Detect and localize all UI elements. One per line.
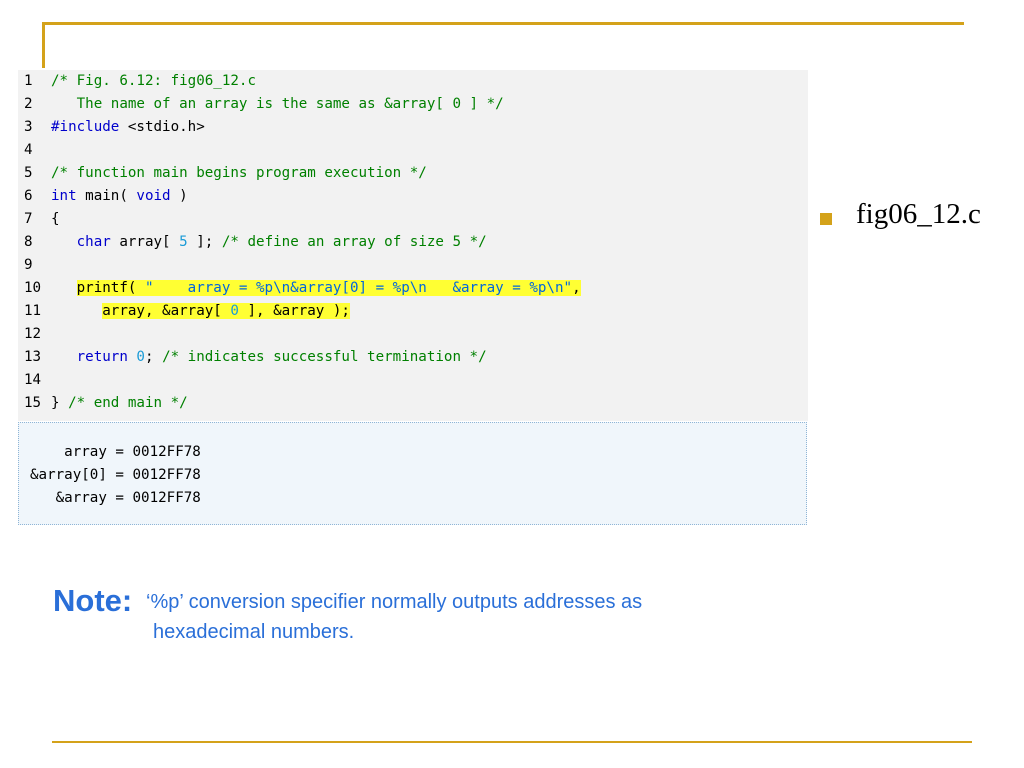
line-number: 5: [24, 165, 33, 181]
bullet-square-icon: [820, 213, 832, 225]
line-number: 15: [24, 395, 42, 411]
code-line: 1 /* Fig. 6.12: fig06_12.c: [18, 70, 808, 93]
top-border-line: [42, 22, 964, 25]
code-line: 4: [18, 139, 808, 162]
code-text: int main( void ): [51, 188, 188, 204]
code-token: #include: [51, 119, 120, 135]
line-number: 9: [24, 257, 33, 273]
bottom-border-line: [52, 741, 972, 743]
output-line: &array = 0012FF78: [30, 490, 201, 506]
code-line: 11 array, &array[ 0 ], &array );: [18, 300, 808, 323]
bullet-filename: fig06_12.c: [856, 198, 981, 230]
code-line: 3 #include <stdio.h>: [18, 116, 808, 139]
code-line: 15 } /* end main */: [18, 392, 808, 415]
code-text: array, &array[ 0 ], &array );: [102, 303, 350, 319]
output-line: array = 0012FF78: [30, 444, 201, 460]
code-line: 9: [18, 254, 808, 277]
code-text: } /* end main */: [51, 395, 188, 411]
line-number: 3: [24, 119, 33, 135]
code-line: 10 printf( " array = %p\n&array[0] = %p\…: [18, 277, 808, 300]
line-number: 4: [24, 142, 33, 158]
line-number: 10: [24, 280, 42, 296]
line-number: 2: [24, 96, 33, 112]
line-number: 6: [24, 188, 33, 204]
code-line: 12: [18, 323, 808, 346]
code-listing: 1 /* Fig. 6.12: fig06_12.c 2 The name of …: [18, 70, 808, 421]
line-number: 14: [24, 372, 42, 388]
left-border-line: [42, 22, 45, 68]
code-line: 2 The name of an array is the same as &a…: [18, 93, 808, 116]
line-number: 7: [24, 211, 33, 227]
note-block: Note: ‘%p’ conversion specifier normally…: [53, 583, 642, 619]
line-number: 12: [24, 326, 42, 342]
output-line: &array[0] = 0012FF78: [30, 467, 201, 483]
code-line: 14: [18, 369, 808, 392]
line-number: 1: [24, 73, 33, 89]
code-text: return 0; /* indicates successful termin…: [76, 349, 487, 365]
program-output: array = 0012FF78 &array[0] = 0012FF78 &a…: [18, 422, 807, 525]
line-number: 8: [24, 234, 33, 250]
code-text: char array[ 5 ]; /* define an array of s…: [76, 234, 487, 250]
code-text: #include <stdio.h>: [51, 119, 205, 135]
code-text: /* Fig. 6.12: fig06_12.c: [51, 73, 256, 89]
code-line: 7{: [18, 208, 808, 231]
code-line: 8 char array[ 5 ]; /* define an array of…: [18, 231, 808, 254]
code-text: {: [51, 211, 60, 227]
code-text: printf( " array = %p\n&array[0] = %p\n &…: [76, 280, 581, 296]
code-line: 6 int main( void ): [18, 185, 808, 208]
code-line: 13 return 0; /* indicates successful ter…: [18, 346, 808, 369]
line-number: 13: [24, 349, 42, 365]
code-text: The name of an array is the same as &arr…: [51, 96, 504, 112]
note-text-line1: ‘%p’ conversion specifier normally outpu…: [146, 591, 643, 613]
line-number: 11: [24, 303, 42, 319]
note-text-line2: hexadecimal numbers.: [153, 621, 355, 643]
code-line: 5 /* function main begins program executi…: [18, 162, 808, 185]
note-label: Note:: [53, 583, 133, 618]
code-text: /* function main begins program executio…: [51, 165, 427, 181]
